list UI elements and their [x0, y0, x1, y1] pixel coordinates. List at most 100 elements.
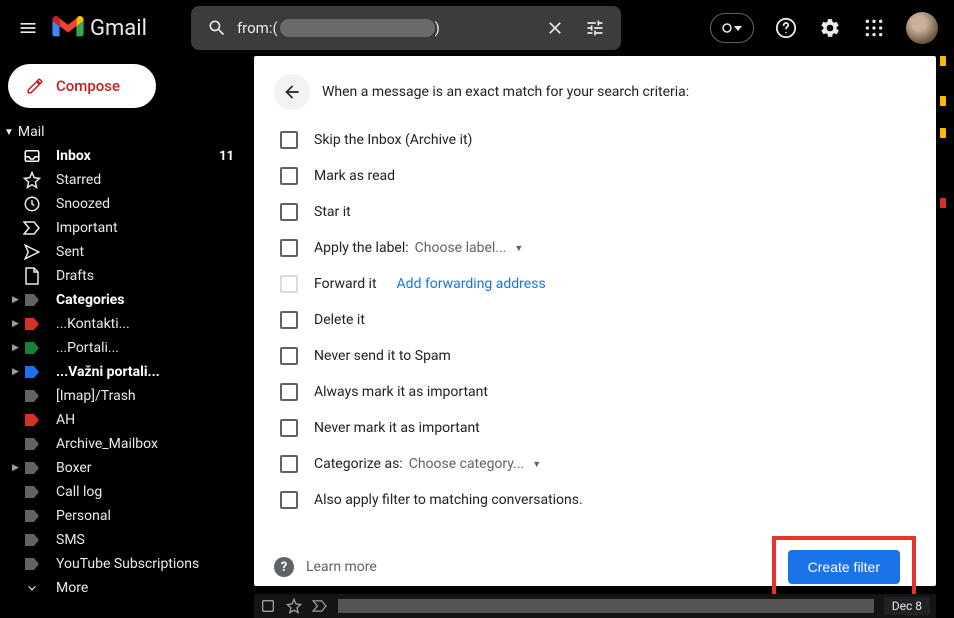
checkbox[interactable] — [280, 239, 298, 257]
learn-more-link[interactable]: Learn more — [306, 559, 377, 575]
sidebar-item-label: Boxer — [56, 460, 234, 476]
checkbox[interactable] — [280, 167, 298, 185]
sidebar-item-sms[interactable]: ▶ SMS — [0, 528, 244, 552]
checkbox[interactable] — [280, 383, 298, 401]
sidebar-item-label: SMS — [56, 532, 234, 548]
message-content-redacted — [338, 599, 874, 613]
search-query-redacted — [280, 19, 435, 37]
gmail-logo[interactable]: Gmail — [52, 16, 147, 41]
main-menu-button[interactable] — [8, 8, 48, 48]
mail-section-label: Mail — [18, 124, 45, 140]
filter-option-delete[interactable]: Delete it — [274, 302, 916, 338]
gmail-logo-text: Gmail — [90, 16, 147, 41]
account-avatar[interactable] — [906, 12, 938, 44]
choose-label-dropdown[interactable]: Choose label...▼ — [415, 240, 524, 256]
send-icon — [22, 242, 42, 262]
sidebar-item-label: Important — [56, 220, 234, 236]
filter-option-categorize[interactable]: Categorize as:Choose category...▼ — [274, 446, 916, 482]
main-area: When a message is an exact match for you… — [244, 56, 954, 617]
file-icon — [22, 266, 42, 286]
sidebar-item-kontakti[interactable]: ▶ ...Kontakti... — [0, 312, 244, 336]
filter-option-label: Forward it — [314, 276, 377, 292]
checkbox[interactable] — [280, 131, 298, 149]
compose-button[interactable]: Compose — [8, 64, 156, 108]
help-icon[interactable]: ? — [274, 557, 294, 577]
sidebar-item-label: YouTube Subscriptions — [56, 556, 234, 572]
sidebar-item-sent[interactable]: Sent — [0, 240, 244, 264]
apps-button[interactable] — [854, 8, 894, 48]
gmail-logo-icon — [52, 16, 84, 40]
apps-grid-icon — [864, 18, 884, 38]
search-bar[interactable]: from:( ) — [191, 6, 621, 50]
search-query-suffix: ) — [435, 19, 440, 37]
settings-button[interactable] — [810, 8, 850, 48]
chevron-down-icon: ▼ — [514, 243, 523, 254]
density-markers — [940, 56, 946, 586]
checkbox[interactable] — [280, 203, 298, 221]
chevron-right-icon: ▶ — [12, 463, 22, 473]
status-indicator[interactable] — [710, 13, 754, 43]
filter-option-always-important[interactable]: Always mark it as important — [274, 374, 916, 410]
checkbox-icon[interactable] — [260, 598, 276, 614]
checkbox[interactable] — [280, 455, 298, 473]
sidebar-item-call-log[interactable]: ▶ Call log — [0, 480, 244, 504]
sidebar-item-drafts[interactable]: Drafts — [0, 264, 244, 288]
chevron-right-icon: ▶ — [12, 343, 22, 353]
clear-search-button[interactable] — [535, 8, 575, 48]
filter-option-forward[interactable]: Forward it Add forwarding address — [274, 266, 916, 302]
create-filter-highlight: Create filter — [772, 536, 916, 598]
sidebar-item-more[interactable]: ▶ More — [0, 576, 244, 600]
important-icon[interactable] — [312, 600, 328, 612]
sidebar-item-archive-mailbox[interactable]: ▶ Archive_Mailbox — [0, 432, 244, 456]
filter-option-label: Apply the label: — [314, 240, 409, 256]
filter-option-never-important[interactable]: Never mark it as important — [274, 410, 916, 446]
search-icon[interactable] — [197, 8, 237, 48]
sidebar-item-inbox[interactable]: Inbox 11 — [0, 144, 244, 168]
filter-option-skip-inbox[interactable]: Skip the Inbox (Archive it) — [274, 122, 916, 158]
sidebar-item-personal[interactable]: ▶ Personal — [0, 504, 244, 528]
sidebar-item-vazni-portali[interactable]: ▶ ...Važni portali... — [0, 360, 244, 384]
checkbox[interactable] — [280, 347, 298, 365]
sidebar-item-portali[interactable]: ▶ ...Portali... — [0, 336, 244, 360]
checkbox-disabled — [280, 275, 298, 293]
search-options-button[interactable] — [575, 8, 615, 48]
search-input[interactable]: from:( ) — [237, 19, 535, 37]
filter-option-star[interactable]: Star it — [274, 194, 916, 230]
sidebar-item-imap-trash[interactable]: ▶ [Imap]/Trash — [0, 384, 244, 408]
gear-icon — [819, 17, 841, 39]
filter-option-label: Never send it to Spam — [314, 348, 451, 364]
hamburger-icon — [18, 18, 38, 38]
chevron-down-icon — [734, 26, 742, 31]
sidebar-item-youtube-subs[interactable]: ▶ YouTube Subscriptions — [0, 552, 244, 576]
star-icon[interactable] — [286, 598, 302, 614]
sidebar-item-boxer[interactable]: ▶ Boxer — [0, 456, 244, 480]
message-row[interactable]: Dec 8 — [254, 594, 936, 618]
filter-option-label: Also apply filter to matching conversati… — [314, 492, 583, 508]
panel-title: When a message is an exact match for you… — [322, 84, 689, 100]
checkbox[interactable] — [280, 491, 298, 509]
sidebar-item-starred[interactable]: Starred — [0, 168, 244, 192]
support-button[interactable] — [766, 8, 806, 48]
create-filter-button[interactable]: Create filter — [788, 550, 900, 584]
sidebar-item-important[interactable]: Important — [0, 216, 244, 240]
add-forwarding-address-link[interactable]: Add forwarding address — [397, 276, 546, 292]
checkbox[interactable] — [280, 311, 298, 329]
message-date: Dec 8 — [884, 597, 930, 615]
mail-section-header[interactable]: ▼ Mail — [0, 116, 244, 144]
sidebar-item-snoozed[interactable]: Snoozed — [0, 192, 244, 216]
sidebar-item-ah[interactable]: ▶ AH — [0, 408, 244, 432]
filter-option-mark-read[interactable]: Mark as read — [274, 158, 916, 194]
sidebar-item-categories[interactable]: ▶ Categories — [0, 288, 244, 312]
filter-option-also-apply[interactable]: Also apply filter to matching conversati… — [274, 482, 916, 518]
filter-option-apply-label[interactable]: Apply the label: Choose label...▼ — [274, 230, 916, 266]
chevron-down-icon — [22, 578, 42, 598]
header-right — [702, 8, 946, 48]
checkbox[interactable] — [280, 419, 298, 437]
back-button[interactable] — [274, 74, 310, 110]
label-icon — [22, 362, 42, 382]
choose-category-dropdown[interactable]: Choose category...▼ — [409, 456, 541, 472]
chevron-right-icon: ▶ — [12, 319, 22, 329]
filter-option-never-spam[interactable]: Never send it to Spam — [274, 338, 916, 374]
label-icon — [22, 410, 42, 430]
search-query-prefix: from:( — [237, 19, 278, 37]
